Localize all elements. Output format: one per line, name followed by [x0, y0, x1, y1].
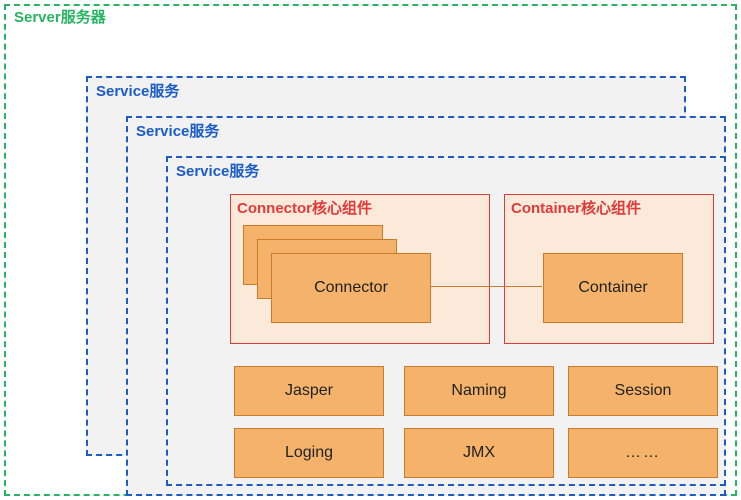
jasper-block: Jasper — [234, 366, 384, 416]
loging-block: Loging — [234, 428, 384, 478]
container-core-box: Container核心组件 Container — [504, 194, 714, 344]
service-label-1: Service服务 — [96, 80, 179, 101]
container-block: Container — [543, 253, 683, 323]
service-box-3: Service服务 Connector核心组件 Connector Contai… — [166, 156, 726, 486]
connector-core-box: Connector核心组件 Connector — [230, 194, 490, 344]
naming-block: Naming — [404, 366, 554, 416]
more-block: …… — [568, 428, 718, 478]
container-core-label: Container核心组件 — [511, 197, 641, 218]
connector-core-label: Connector核心组件 — [237, 197, 372, 218]
jmx-block: JMX — [404, 428, 554, 478]
connector-block: Connector — [271, 253, 431, 323]
connector-to-container-line — [430, 286, 542, 287]
server-label: Server服务器 — [12, 6, 108, 27]
session-block: Session — [568, 366, 718, 416]
service-label-3: Service服务 — [176, 160, 259, 181]
service-label-2: Service服务 — [136, 120, 219, 141]
server-box: Server服务器 Service服务 Service服务 Service服务 … — [4, 4, 737, 496]
